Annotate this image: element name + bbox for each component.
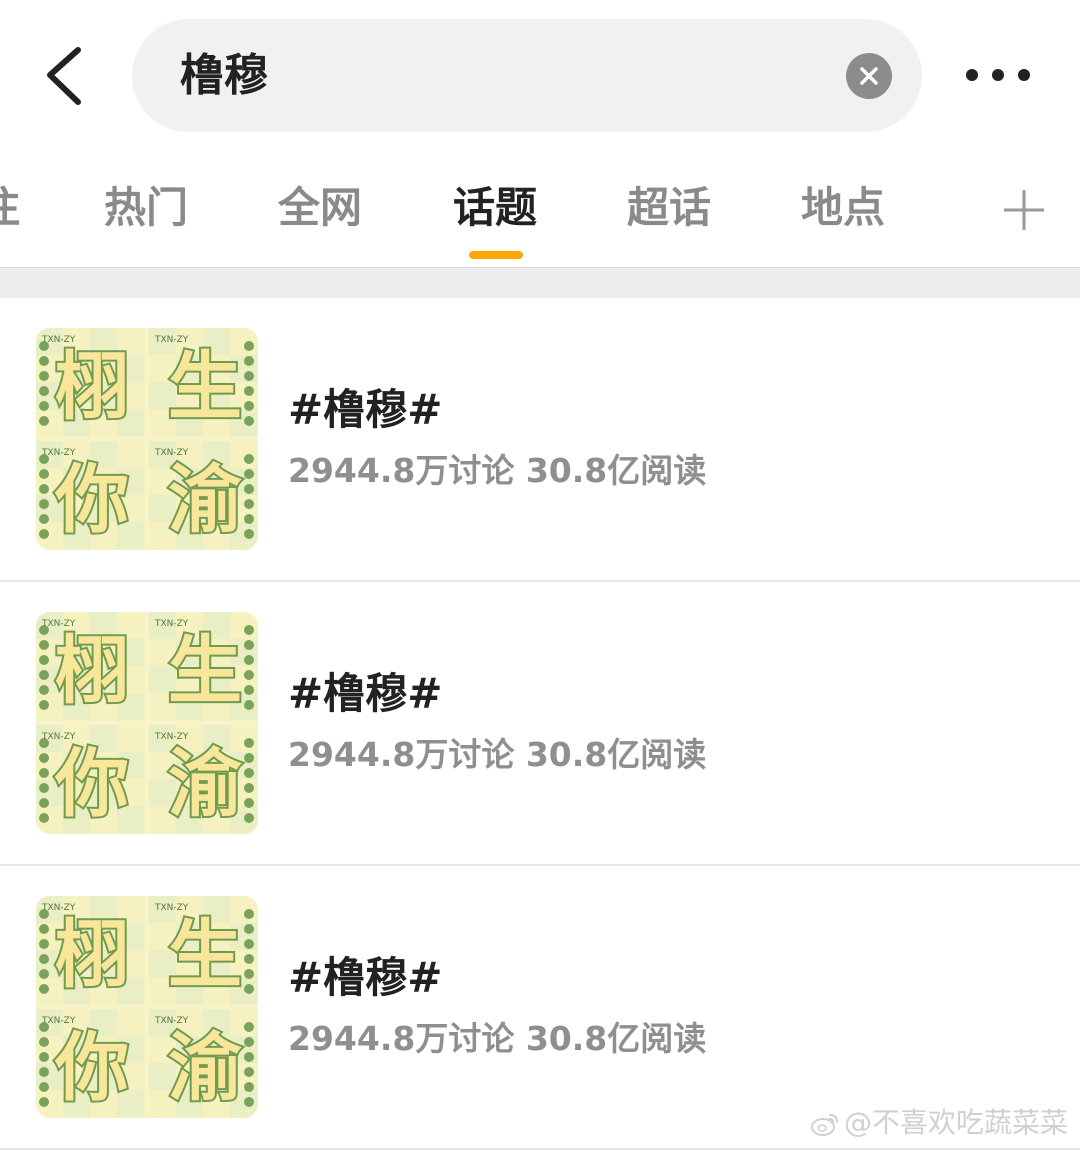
active-tab-indicator — [469, 251, 523, 259]
chevron-left-icon — [47, 47, 81, 105]
topic-stats: 2944.8万讨论 30.8亿阅读 — [288, 451, 707, 490]
watermark: @不喜欢吃蔬菜菜 — [810, 1103, 1068, 1143]
tab-places[interactable]: 地点 — [801, 180, 885, 236]
thumbnail-char: 你 — [54, 741, 129, 827]
topic-row[interactable]: TXN-ZY 栩 TXN-ZY 生 TXN-ZY 你 TXN-ZY 渝 #橹穆# 2944.8万讨… — [0, 298, 1080, 582]
close-icon — [860, 67, 878, 85]
clear-search-button[interactable] — [846, 53, 892, 99]
thumbnail-char: 栩 — [55, 344, 129, 430]
tab-super-topic[interactable]: 超话 — [627, 180, 711, 236]
topic-row[interactable]: TXN-ZY 栩 TXN-ZY 生 TXN-ZY 你 TXN-ZY 渝 #橹穆# 2944.8万讨… — [0, 582, 1080, 866]
tab-hot[interactable]: 热门 — [104, 180, 188, 236]
topic-stats: 2944.8万讨论 30.8亿阅读 — [288, 1019, 707, 1058]
topic-thumbnail: TXN-ZY 栩 TXN-ZY 生 TXN-ZY 你 TXN-ZY 渝 — [36, 896, 258, 1118]
thumbnail-char: 渝 — [168, 741, 242, 827]
tab-bar: 注 热门 全网 话题 超话 地点 — [0, 150, 1080, 267]
thumbnail-tile: TXN-ZY栩 — [36, 896, 145, 1005]
add-tab-button[interactable] — [998, 184, 1050, 236]
more-dots-icon — [966, 69, 1030, 81]
more-options-button[interactable] — [962, 52, 1034, 98]
thumbnail-tile: TXN-ZY生 — [149, 328, 258, 437]
thumbnail-tile: TXN-ZY生 — [149, 612, 258, 721]
thumbnail-tile: TXN-ZY你 — [36, 441, 145, 550]
tab-all-web[interactable]: 全网 — [278, 180, 362, 236]
topic-title: #橹穆# — [288, 953, 443, 1002]
search-box[interactable]: 橹穆 — [132, 19, 922, 132]
top-bar: 橹穆 — [0, 0, 1080, 150]
topic-thumbnail: TXN-ZY 栩 TXN-ZY 生 TXN-ZY 你 TXN-ZY 渝 — [36, 328, 258, 550]
topic-thumbnail: TXN-ZY 栩 TXN-ZY 生 TXN-ZY 你 TXN-ZY 渝 — [36, 612, 258, 834]
thumbnail-char: 你 — [54, 457, 129, 543]
tab-following[interactable]: 注 — [0, 180, 20, 236]
thumbnail-char: 渝 — [168, 457, 242, 543]
back-button[interactable] — [30, 30, 102, 120]
thumbnail-char: 生 — [168, 912, 242, 998]
topic-stats: 2944.8万讨论 30.8亿阅读 — [288, 735, 707, 774]
thumbnail-char: 栩 — [55, 912, 129, 998]
thumbnail-tile: TXN-ZY生 — [149, 896, 258, 1005]
thumbnail-char: 生 — [168, 344, 242, 430]
topic-title: #橹穆# — [288, 385, 443, 434]
thumbnail-tile: TXN-ZY栩 — [36, 328, 145, 437]
thumbnail-tile: TXN-ZY渝 — [149, 441, 258, 550]
plus-icon — [1004, 190, 1044, 230]
section-divider — [0, 267, 1080, 298]
topic-title: #橹穆# — [288, 669, 443, 718]
thumbnail-tile: TXN-ZY渝 — [149, 1009, 258, 1118]
thumbnail-char: 生 — [168, 628, 242, 714]
topic-list: TXN-ZY 栩 TXN-ZY 生 TXN-ZY 你 TXN-ZY 渝 #橹穆# 2944.8万讨… — [0, 298, 1080, 1150]
thumbnail-char: 栩 — [55, 628, 129, 714]
thumbnail-tile: TXN-ZY栩 — [36, 612, 145, 721]
thumbnail-tile: TXN-ZY你 — [36, 1009, 145, 1118]
thumbnail-char: 渝 — [168, 1025, 242, 1111]
search-input[interactable]: 橹穆 — [180, 46, 268, 106]
watermark-text: @不喜欢吃蔬菜菜 — [843, 1106, 1068, 1139]
weibo-icon — [810, 1114, 838, 1136]
thumbnail-tile: TXN-ZY你 — [36, 725, 145, 834]
thumbnail-tile: TXN-ZY渝 — [149, 725, 258, 834]
tab-topics[interactable]: 话题 — [453, 180, 537, 236]
thumbnail-char: 你 — [54, 1025, 129, 1111]
